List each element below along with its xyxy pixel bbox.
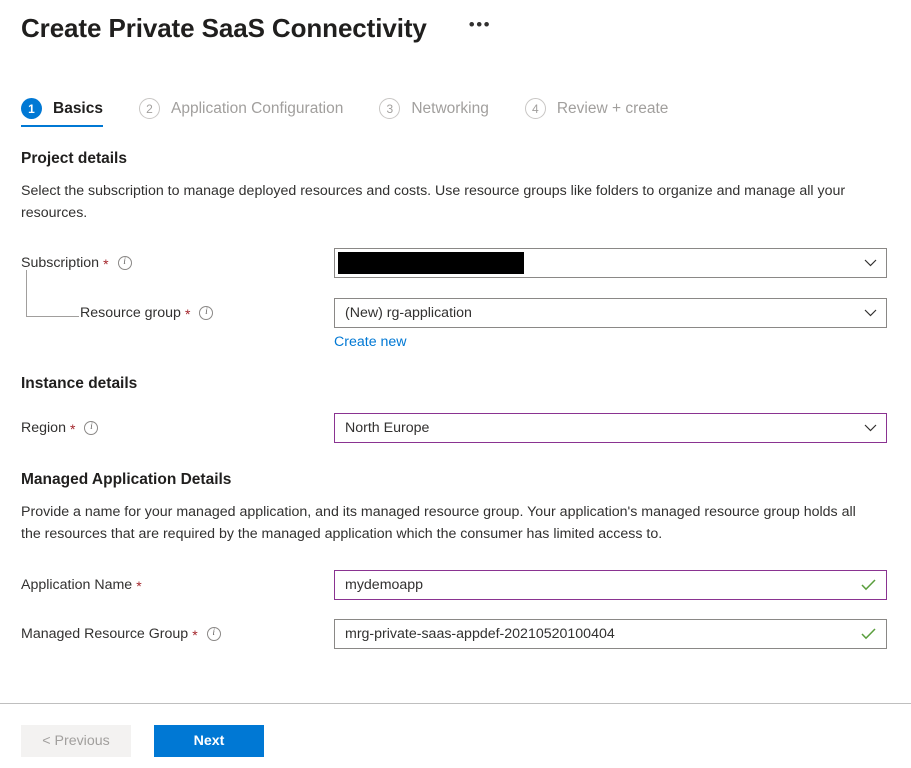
tab-review-create-label: Review + create (556, 99, 669, 117)
region-required-marker: * (69, 421, 76, 437)
tab-review-create[interactable]: 4 Review + create (524, 98, 669, 127)
resource-group-row: Resource group * i (New) rg-application … (21, 270, 890, 351)
tab-networking-label: Networking (411, 99, 489, 117)
tab-networking[interactable]: 3 Networking (379, 98, 489, 127)
tab-review-create-number: 4 (524, 98, 546, 119)
subscription-info-icon[interactable]: i (117, 256, 132, 270)
application-name-label-wrap: Application Name * (21, 570, 334, 600)
tab-application-configuration-number: 2 (138, 98, 160, 119)
tab-application-configuration[interactable]: 2 Application Configuration (138, 98, 344, 127)
managed-resource-group-label-wrap: Managed Resource Group * i (21, 619, 334, 649)
create-new-resource-group-link[interactable]: Create new (334, 334, 407, 350)
region-select[interactable]: North Europe (334, 413, 887, 443)
project-details-heading: Project details (21, 150, 127, 167)
form-content: Project details Select the subscription … (0, 150, 911, 649)
application-name-label: Application Name (21, 577, 133, 593)
managed-application-details-description: Provide a name for your managed applicat… (21, 504, 856, 542)
region-label-wrap: Region * i (21, 413, 334, 443)
tab-application-configuration-label: Application Configuration (170, 99, 344, 117)
wizard-tabs: 1 Basics 2 Application Configuration 3 N… (0, 98, 911, 134)
resource-group-control: (New) rg-application Create new (334, 298, 887, 351)
project-details-description: Select the subscription to manage deploy… (21, 183, 846, 221)
managed-resource-group-info-icon[interactable]: i (206, 627, 221, 641)
tab-basics[interactable]: 1 Basics (21, 98, 103, 127)
next-button[interactable]: Next (154, 725, 264, 757)
subscription-required-marker: * (103, 256, 109, 272)
instance-details-heading: Instance details (21, 375, 138, 392)
managed-resource-group-control: mrg-private-saas-appdef-20210520100404 (334, 619, 887, 649)
application-name-control: mydemoapp (334, 570, 887, 600)
tab-basics-number: 1 (21, 98, 42, 119)
subscription-redacted-value (338, 252, 524, 274)
region-info-icon[interactable]: i (84, 421, 99, 435)
resource-group-info-icon[interactable]: i (199, 306, 214, 320)
application-name-input[interactable]: mydemoapp (334, 570, 887, 600)
application-name-row: Application Name * mydemoapp (21, 570, 890, 600)
application-name-required-marker: * (136, 578, 142, 594)
managed-resource-group-input[interactable]: mrg-private-saas-appdef-20210520100404 (334, 619, 887, 649)
page-title: Create Private SaaS Connectivity (21, 13, 427, 43)
wizard-footer: < Previous Next (0, 704, 911, 768)
previous-button[interactable]: < Previous (21, 725, 131, 757)
subscription-label-wrap: Subscription * i (21, 248, 334, 278)
resource-group-required-marker: * (184, 306, 191, 322)
subscription-row: Subscription * i (21, 248, 890, 278)
resource-group-label-wrap: Resource group * i (21, 298, 334, 328)
region-label: Region (21, 420, 66, 436)
managed-application-details-heading: Managed Application Details (21, 471, 232, 488)
resource-group-select[interactable]: (New) rg-application (334, 298, 887, 328)
managed-resource-group-required-marker: * (192, 627, 198, 643)
subscription-control (334, 248, 887, 278)
subscription-select[interactable] (334, 248, 887, 278)
region-row: Region * i North Europe (21, 413, 890, 443)
region-control: North Europe (334, 413, 887, 443)
resource-group-label: Resource group (80, 305, 181, 321)
subscription-label: Subscription (21, 255, 100, 271)
managed-resource-group-label: Managed Resource Group (21, 626, 189, 642)
tab-networking-number: 3 (379, 98, 401, 119)
tab-basics-label: Basics (53, 99, 103, 117)
page-header: Create Private SaaS Connectivity ••• (0, 0, 911, 44)
managed-resource-group-row: Managed Resource Group * i mrg-private-s… (21, 619, 890, 649)
more-options-icon[interactable]: ••• (463, 16, 497, 40)
